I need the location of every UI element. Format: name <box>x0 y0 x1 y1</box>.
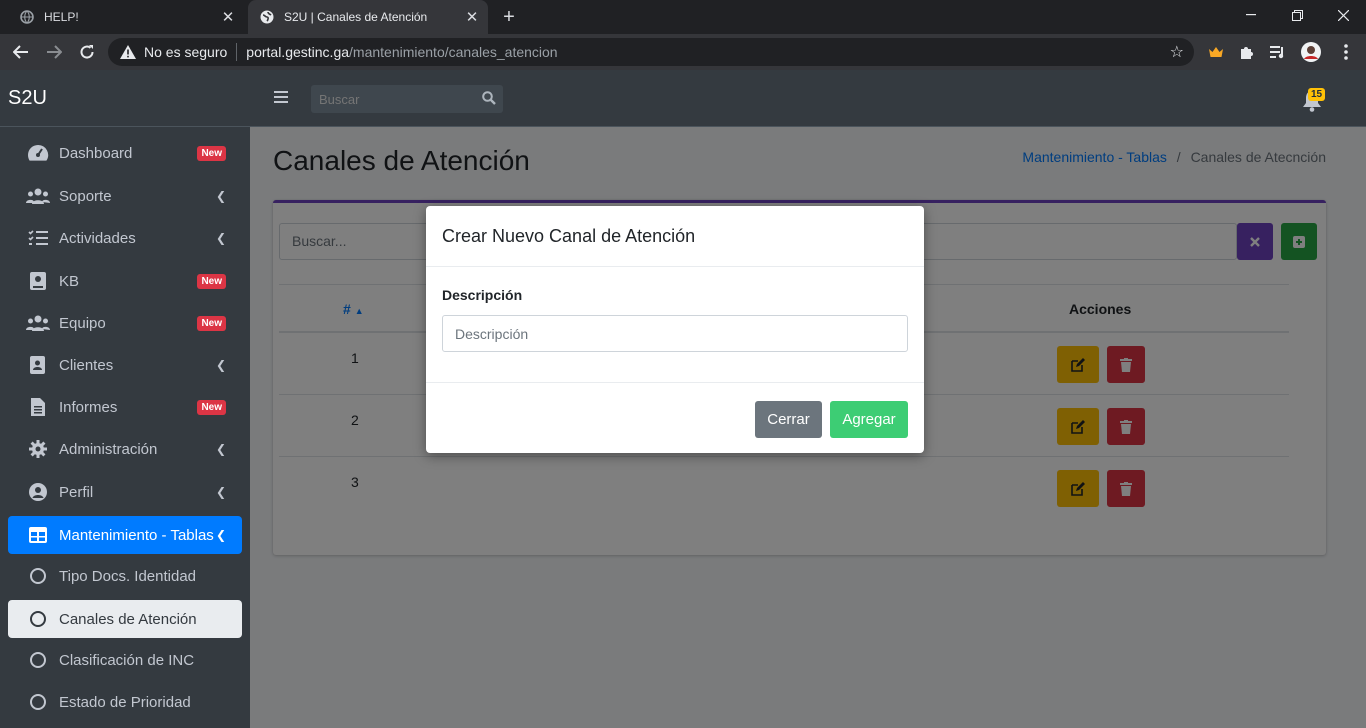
browser-tab-help[interactable]: HELP! ✕ <box>8 0 244 34</box>
circle-icon <box>26 694 50 710</box>
crown-extension-icon[interactable] <box>1206 42 1226 62</box>
warning-triangle-icon[interactable] <box>120 45 136 59</box>
new-badge: New <box>197 145 226 161</box>
sidebar-item-label: Tipo Docs. Identidad <box>59 567 197 585</box>
file-icon <box>26 398 50 416</box>
new-badge: New <box>197 273 226 289</box>
user-circle-icon <box>26 483 50 501</box>
contact-book-icon <box>26 356 50 374</box>
security-status[interactable]: No es seguro <box>144 44 227 60</box>
table-icon <box>26 527 50 543</box>
address-bar[interactable]: No es seguro portal.gestinc.ga /mantenim… <box>108 38 1194 66</box>
chevron-left-icon: ❮ <box>215 528 226 542</box>
new-badge: New <box>197 399 226 415</box>
url-host: portal.gestinc.ga <box>246 44 350 60</box>
sidebar-item-label: KB <box>59 272 80 290</box>
sidebar-item-soporte[interactable]: Soporte ❮ <box>8 177 242 215</box>
reload-icon[interactable] <box>74 39 100 65</box>
sidebar-item-label: Actividades <box>59 229 136 247</box>
sidebar-item-label: Dashboard <box>59 144 133 162</box>
chevron-left-icon: ❮ <box>215 442 226 456</box>
browser-tab-s2u[interactable]: S2U | Canales de Atención ✕ <box>248 0 488 34</box>
window-close-icon[interactable] <box>1320 0 1366 30</box>
descripcion-label: Descripción <box>442 287 523 303</box>
tab-title: S2U | Canales de Atención <box>284 10 428 24</box>
navbar-search-input[interactable] <box>311 91 471 107</box>
back-arrow-icon[interactable] <box>8 39 34 65</box>
tab-title: HELP! <box>44 10 79 24</box>
sidebar-item-label: Perfil <box>59 483 94 501</box>
sidebar-item-label: Clientes <box>59 356 114 374</box>
chevron-left-icon: ❮ <box>215 358 226 372</box>
modal-body: Descripción <box>426 267 924 383</box>
create-canal-modal: Crear Nuevo Canal de Atención Descripció… <box>426 206 924 453</box>
book-icon <box>26 272 50 290</box>
sidebar-item-label: Canales de Atención <box>59 610 197 628</box>
users-icon <box>26 315 50 331</box>
minimize-icon[interactable] <box>1228 0 1274 30</box>
url-path: /mantenimiento/canales_atencion <box>349 44 558 60</box>
chevron-left-icon: ❮ <box>215 231 226 245</box>
sidebar-item-label: Clasificación de INC <box>59 651 195 669</box>
sidebar-item-label: Mantenimiento - Tablas <box>59 526 214 544</box>
circle-icon <box>26 568 50 584</box>
sidebar-item-actividades[interactable]: Actividades ❮ <box>8 219 242 257</box>
sidebar-subitem-estado-prioridad[interactable]: Estado de Prioridad <box>8 683 242 721</box>
star-bookmark-icon[interactable]: ☆ <box>1170 42 1184 62</box>
browser-toolbar: No es seguro portal.gestinc.ga /mantenim… <box>0 34 1366 70</box>
circle-icon <box>26 611 50 627</box>
agregar-button[interactable]: Agregar <box>830 401 908 438</box>
circle-icon <box>26 652 50 668</box>
sidebar-subitem-clasificacion[interactable]: Clasificación de INC <box>8 641 242 679</box>
browser-tab-strip: HELP! ✕ S2U | Canales de Atención ✕ + <box>0 0 1366 34</box>
top-navbar: 15 <box>250 70 1366 127</box>
sidebar-item-label: Informes <box>59 398 118 416</box>
sidebar-item-informes[interactable]: Informes New <box>8 388 242 426</box>
close-icon[interactable]: ✕ <box>462 7 482 27</box>
notification-count-badge: 15 <box>1308 88 1326 101</box>
new-badge: New <box>197 315 226 331</box>
modal-title: Crear Nuevo Canal de Atención <box>426 206 924 267</box>
restore-icon[interactable] <box>1274 0 1320 30</box>
new-tab-plus-icon[interactable]: + <box>498 6 520 28</box>
sidebar-item-label: Soporte <box>59 187 112 205</box>
sidebar-subitem-canales[interactable]: Canales de Atención <box>8 600 242 638</box>
dashboard-icon <box>26 144 50 162</box>
puzzle-extensions-icon[interactable] <box>1237 42 1257 62</box>
chevron-left-icon: ❮ <box>215 189 226 203</box>
descripcion-input[interactable] <box>442 315 908 352</box>
sidebar-subitem-tipo-docs[interactable]: Tipo Docs. Identidad <box>8 557 242 595</box>
hamburger-menu-icon[interactable] <box>274 91 288 103</box>
sidebar-item-equipo[interactable]: Equipo New <box>8 304 242 342</box>
navbar-search <box>311 85 503 113</box>
sidebar-item-label: Estado de Prioridad <box>59 693 191 711</box>
gear-icon <box>26 440 50 458</box>
close-icon[interactable]: ✕ <box>218 7 238 27</box>
chevron-left-icon: ❮ <box>215 485 226 499</box>
forward-arrow-icon[interactable] <box>41 39 67 65</box>
sidebar-item-perfil[interactable]: Perfil ❮ <box>8 473 242 511</box>
sidebar-item-label: Equipo <box>59 314 106 332</box>
cerrar-button[interactable]: Cerrar <box>755 401 822 438</box>
brand-logo[interactable]: S2U <box>0 70 250 127</box>
tasks-icon <box>26 230 50 246</box>
sidebar-item-label: Administración <box>59 440 158 458</box>
sidebar-item-clientes[interactable]: Clientes ❮ <box>8 346 242 384</box>
sidebar-item-mantenimiento[interactable]: Mantenimiento - Tablas ❮ <box>8 516 242 554</box>
sidebar-item-kb[interactable]: KB New <box>8 262 242 300</box>
globe-icon <box>20 10 34 24</box>
users-icon <box>26 188 50 204</box>
media-playlist-icon[interactable] <box>1268 42 1288 62</box>
globe-icon <box>260 10 274 24</box>
profile-avatar[interactable] <box>1301 42 1321 62</box>
search-icon[interactable] <box>482 91 496 110</box>
sidebar: S2U Dashboard New Soporte ❮ Actividades … <box>0 70 250 728</box>
sidebar-item-dashboard[interactable]: Dashboard New <box>8 134 242 172</box>
kebab-menu-icon[interactable] <box>1336 42 1356 62</box>
sidebar-item-administracion[interactable]: Administración ❮ <box>8 430 242 468</box>
address-divider <box>236 43 238 61</box>
